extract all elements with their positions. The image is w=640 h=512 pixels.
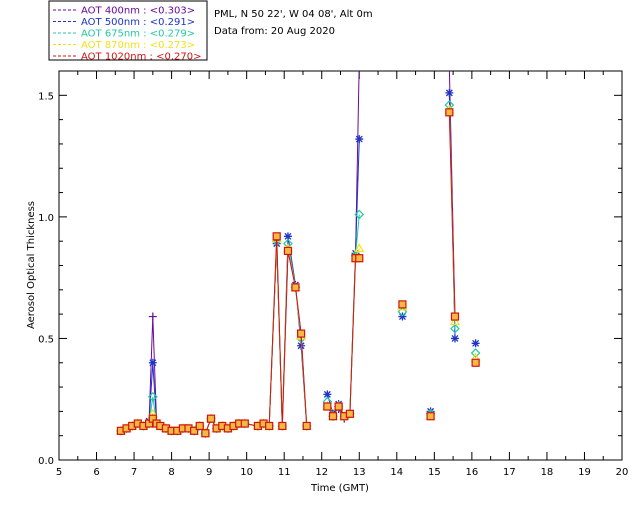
data-point — [148, 312, 157, 321]
series-5 — [116, 108, 480, 438]
data-point — [445, 62, 453, 70]
x-tick-label: 16 — [465, 467, 478, 478]
info-block: PML, N 50 22', W 04 08', Alt 0m Data fro… — [214, 9, 373, 37]
data-point — [240, 419, 249, 428]
y-tick-label: 0.5 — [38, 334, 54, 345]
y-tick-label: 1.0 — [38, 213, 54, 224]
x-tick-label: 20 — [616, 467, 629, 478]
series-line — [327, 71, 360, 420]
data-point — [426, 412, 435, 421]
data-point — [334, 402, 343, 411]
data-point — [148, 358, 157, 367]
info-line-location: PML, N 50 22', W 04 08', Alt 0m — [214, 9, 373, 20]
x-tick-label: 18 — [541, 467, 554, 478]
info-line-date: Data from: 20 Aug 2020 — [214, 26, 335, 37]
data-point — [302, 421, 311, 431]
series-line — [448, 112, 456, 317]
x-tick-label: 9 — [206, 467, 212, 478]
data-point — [206, 414, 216, 423]
series-2 — [116, 88, 480, 438]
x-tick-label: 13 — [353, 467, 366, 478]
legend-label: AOT 870nm : <0.273> — [81, 40, 195, 51]
data-point — [355, 55, 363, 63]
data-point — [283, 246, 293, 256]
data-point — [345, 409, 354, 418]
x-tick-label: 17 — [503, 467, 516, 478]
data-point — [296, 329, 306, 338]
data-point — [323, 402, 332, 411]
x-tick-label: 12 — [315, 467, 328, 478]
x-tick-label: 11 — [278, 467, 291, 478]
series-line — [326, 214, 360, 418]
legend-label: AOT 675nm : <0.279> — [81, 29, 195, 40]
data-point — [445, 108, 454, 117]
x-tick-label: 14 — [390, 467, 403, 478]
series-line — [120, 238, 308, 435]
data-point — [291, 283, 300, 292]
x-tick-label: 5 — [56, 467, 62, 478]
x-tick-label: 15 — [428, 467, 441, 478]
data-point — [450, 334, 459, 343]
data-point — [355, 135, 364, 144]
series-line — [120, 236, 308, 435]
legend-label: AOT 500nm : <0.291> — [81, 17, 195, 28]
legend-label: AOT 1020nm : <0.270> — [81, 52, 201, 63]
legend-label: AOT 400nm : <0.303> — [81, 6, 195, 17]
data-point — [265, 421, 274, 431]
series-line — [120, 236, 308, 435]
data-point — [398, 300, 407, 309]
series-line — [326, 257, 360, 418]
data-point — [201, 429, 210, 438]
y-axis-title: Aerosol Optical Thickness — [26, 201, 37, 329]
data-point — [272, 232, 281, 241]
y-tick-label: 0.0 — [38, 456, 54, 467]
y-tick-label: 1.5 — [38, 91, 54, 102]
data-point — [195, 421, 204, 431]
series-line — [120, 241, 308, 435]
x-tick-label: 10 — [240, 467, 253, 478]
data-point — [471, 358, 480, 367]
data-point — [450, 312, 460, 321]
aot-chart: AOT 400nm : <0.303>AOT 500nm : <0.291>AO… — [26, 0, 629, 494]
data-point — [445, 88, 454, 97]
data-point — [398, 312, 407, 321]
series-line — [120, 241, 308, 435]
series-3 — [116, 100, 481, 439]
x-tick-label: 8 — [168, 467, 174, 478]
legend: AOT 400nm : <0.303>AOT 500nm : <0.291>AO… — [48, 0, 208, 63]
data-point — [278, 421, 287, 431]
data-point — [355, 254, 364, 263]
x-tick-label: 19 — [578, 467, 591, 478]
data-point — [471, 339, 480, 348]
x-axis-title: Time (GMT) — [310, 483, 369, 494]
series-4 — [115, 104, 481, 437]
data-point — [328, 412, 338, 421]
x-tick-label: 6 — [93, 467, 99, 478]
x-tick-label: 7 — [131, 467, 137, 478]
